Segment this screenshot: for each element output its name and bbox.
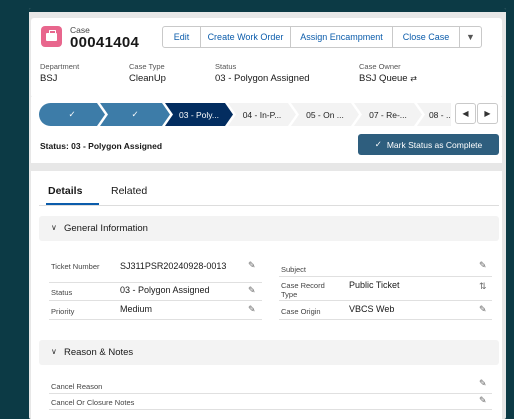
assign-encampment-button[interactable]: Assign Encampment (290, 26, 393, 48)
close-case-button[interactable]: Close Case (392, 26, 460, 48)
path-stage[interactable]: 04 - In-P... (228, 103, 296, 126)
case-record-type-value: Public Ticket (349, 280, 400, 290)
edit-pencil-icon[interactable]: ✎ (248, 304, 256, 315)
more-actions-button[interactable]: ▼ (459, 26, 482, 48)
field-value: 03 - Polygon Assigned (215, 73, 310, 84)
section-general-information[interactable]: ∨ General Information (39, 216, 499, 241)
section-title: General Information (64, 223, 148, 234)
action-buttons: Edit Create Work Order Assign Encampment… (162, 26, 482, 48)
highlight-status: Status 03 - Polygon Assigned (215, 62, 310, 84)
field-label: Case Type (129, 62, 165, 71)
field-label: Case Owner (359, 62, 401, 71)
current-status-text: Status: 03 - Polygon Assigned (40, 141, 163, 151)
tab-related[interactable]: Related (111, 185, 147, 197)
chevron-down-icon: ▼ (466, 32, 475, 42)
path-stage-current[interactable]: 03 - Poly... (165, 103, 233, 126)
tab-divider (39, 205, 499, 206)
ticket-number-label: Ticket Number (51, 262, 100, 271)
highlight-department: Department BSJ (40, 62, 79, 84)
path-prev-button[interactable]: ◀ (455, 103, 476, 124)
tab-details[interactable]: Details (48, 185, 82, 197)
path-stage[interactable]: 08 - ... (417, 103, 451, 126)
path-card: ✓ ✓ 03 - Poly... 04 - In-P... 05 - On ..… (31, 97, 502, 163)
field-divider (49, 319, 262, 320)
field-divider (49, 300, 262, 301)
path-stage-complete[interactable]: ✓ (100, 103, 170, 126)
status-label: Status (51, 288, 73, 297)
case-origin-label: Case Origin (281, 307, 321, 316)
mark-complete-label: Mark Status as Complete (386, 139, 483, 150)
field-divider (49, 393, 492, 394)
closure-notes-label: Cancel Or Closure Notes (51, 398, 135, 407)
priority-label: Priority (51, 307, 75, 316)
field-divider (279, 319, 492, 320)
case-record-type-label: Case Record Type (281, 281, 325, 299)
case-owner-link[interactable]: BSJ Queue (359, 73, 408, 84)
change-owner-icon[interactable]: ⇄ (410, 74, 417, 83)
priority-value: Medium (120, 304, 153, 314)
chevron-left-icon: ◀ (462, 109, 469, 118)
status-value: 03 - Polygon Assigned (120, 285, 210, 295)
field-divider (279, 276, 492, 277)
highlight-case-owner: Case Owner BSJ Queue ⇄ (359, 62, 417, 84)
chevron-down-icon: ∨ (51, 223, 57, 232)
top-bar (29, 8, 506, 12)
field-value: BSJ (40, 73, 58, 84)
field-label: Department (40, 62, 80, 71)
record-number: 00041404 (70, 34, 140, 51)
case-briefcase-icon (41, 26, 62, 47)
edit-pencil-icon[interactable]: ✎ (479, 378, 487, 389)
edit-pencil-icon[interactable]: ✎ (479, 304, 487, 315)
section-title: Reason & Notes (64, 347, 134, 358)
path-stage-complete[interactable]: ✓ (39, 103, 105, 126)
edit-pencil-icon[interactable]: ✎ (479, 260, 487, 271)
cancel-reason-label: Cancel Reason (51, 382, 103, 391)
field-divider (49, 282, 262, 283)
chevron-down-icon: ∨ (51, 347, 57, 356)
field-divider (279, 300, 492, 301)
edit-pencil-icon[interactable]: ✎ (248, 260, 256, 271)
mark-status-complete-button[interactable]: ✓ Mark Status as Complete (358, 134, 499, 155)
case-origin-value: VBCS Web (349, 304, 395, 314)
section-reason-notes[interactable]: ∨ Reason & Notes (39, 340, 499, 365)
create-work-order-button[interactable]: Create Work Order (200, 26, 291, 48)
chevron-right-icon: ▶ (484, 109, 491, 118)
subject-label: Subject (281, 265, 307, 274)
details-card: Details Related ∨ General Information Ti… (31, 171, 502, 419)
edit-pencil-icon[interactable]: ✎ (248, 285, 256, 296)
checkmark-icon: ✓ (374, 139, 382, 149)
field-divider (49, 409, 492, 410)
highlight-case-type: Case Type CleanUp (129, 62, 166, 84)
edit-pencil-icon[interactable]: ✎ (479, 395, 487, 406)
ticket-number-value: SJ311PSR20240928-0013 (120, 261, 227, 271)
path-next-button[interactable]: ▶ (477, 103, 498, 124)
record-header: Case 00041404 Edit Create Work Order Ass… (31, 18, 502, 98)
field-label: Status (215, 62, 237, 71)
record-page: Case 00041404 Edit Create Work Order Ass… (29, 8, 506, 419)
path-stage[interactable]: 05 - On ... (291, 103, 359, 126)
active-tab-indicator (46, 203, 99, 205)
path-stage[interactable]: 07 - Re-... (354, 103, 422, 126)
edit-button[interactable]: Edit (162, 26, 201, 48)
field-value: CleanUp (129, 73, 166, 84)
change-record-type-icon[interactable]: ⇅ (479, 281, 487, 292)
status-path: ✓ ✓ 03 - Poly... 04 - In-P... 05 - On ..… (39, 103, 451, 126)
